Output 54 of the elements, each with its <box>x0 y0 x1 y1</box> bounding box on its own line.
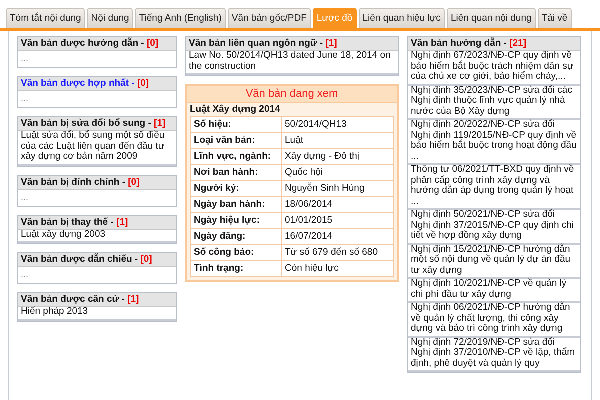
tab[interactable]: Nội dung <box>87 8 134 28</box>
document-link[interactable]: Thông tư 06/2021/TT-BXD quy định về phân cấp công trình xây dựng và hướng dẫn áp dụng trong quản lý hoạt ... <box>408 165 580 210</box>
box-title: Văn bản liên quan ngôn ngữ - [1] <box>189 38 338 49</box>
field-label: Ngày ban hành: <box>190 196 282 212</box>
field-value: Còn hiệu lực <box>282 260 394 276</box>
panel-heading: Văn bản đang xem <box>187 86 397 103</box>
tab[interactable]: Liên quan nội dung <box>446 8 536 28</box>
field-label: Tình trạng: <box>190 260 282 276</box>
tab[interactable]: Tiếng Anh (English) <box>135 8 226 28</box>
field-label: Người ký: <box>190 180 282 196</box>
document-link[interactable]: Nghị định 72/2019/NĐ-CP sửa đổi Nghị định 37/2010/NĐ-CP về lập, thẩm định, phê duyệt và quản lý quy <box>408 338 580 372</box>
field-label: Nơi ban hành: <box>190 164 282 180</box>
document-link[interactable]: Hiến pháp 2013 <box>18 307 176 320</box>
field-label: Loại văn bản: <box>190 132 282 148</box>
document-title: Luật Xây dựng 2014 <box>189 103 282 116</box>
field-value: Nguyễn Sinh Hùng <box>282 180 394 196</box>
field-label: Lĩnh vực, ngành: <box>190 148 282 164</box>
document-link[interactable]: Luật sửa đổi, bổ sung một số điều của các Luật liên quan đến đầu tư xây dựng cơ bản năm 2009 <box>18 131 176 166</box>
tab[interactable]: Liên quan hiệu lực <box>358 8 445 28</box>
tab[interactable]: Tóm tắt nội dung <box>6 8 86 28</box>
document-link[interactable]: Nghị định 35/2023/NĐ-CP sửa đổi các Nghị định thuộc lĩnh vực quản lý nhà nước của Bộ Xây dựng <box>408 86 580 120</box>
field-value: 16/07/2014 <box>282 228 394 244</box>
field-value: 50/2014/QH13 <box>282 116 394 132</box>
document-link[interactable]: Nghị định 10/2021/NĐ-CP về quản lý chi phí đầu tư xây dựng <box>408 279 580 303</box>
document-link[interactable]: Nghị định 20/2022/NĐ-CP sửa đổi Nghị định 119/2015/NĐ-CP quy định về bảo hiểm bắt buộc trong hoạt động đầu ... <box>408 120 580 165</box>
box-title: Văn bản hướng dẫn - [21] <box>411 38 527 49</box>
field-value: Xây dựng - Đô thị <box>282 148 394 164</box>
field-value: Quốc hội <box>282 164 394 180</box>
field-label: Số hiệu: <box>190 116 282 132</box>
empty-text: ... <box>20 92 30 105</box>
tab[interactable]: Tải về <box>538 8 572 28</box>
tab[interactable]: Văn bản gốc/PDF <box>228 8 311 28</box>
field-label: Ngày hiệu lực: <box>190 212 282 228</box>
empty-text: ... <box>20 268 30 281</box>
field-value: Từ số 679 đến số 680 <box>282 244 394 260</box>
box-title: Văn bản bị đính chính - [0] <box>21 176 140 188</box>
document-link[interactable]: Law No. 50/2014/QH13 dated June 18, 2014 on the construction <box>186 51 398 75</box>
box-title: Văn bản được căn cứ - [1] <box>21 294 140 305</box>
field-value: 18/06/2014 <box>282 196 394 212</box>
box-title: Văn bản được dẫn chiếu - [0] <box>21 254 152 265</box>
document-link[interactable]: Nghị định 50/2021/NĐ-CP sửa đổi Nghị định 37/2015/NĐ-CP quy định chi tiết về hợp đồng xây dựng <box>408 210 580 244</box>
document-link[interactable]: Nghị định 67/2023/NĐ-CP quy định về bảo hiểm bắt buộc trách nhiệm dân sự của chủ xe cơ giới, bảo hiểm cháy,... <box>408 51 580 86</box>
box-title: Văn bản bị thay thế - [1] <box>21 216 128 228</box>
empty-text: ... <box>20 190 30 204</box>
empty-text: ... <box>20 52 30 65</box>
field-value: Luật <box>282 132 394 148</box>
field-value: 01/01/2015 <box>282 212 394 228</box>
field-label: Số công báo: <box>190 244 282 260</box>
document-link[interactable]: Nghị định 15/2021/NĐ-CP hướng dẫn một số nội dung về quản lý dự án đầu tư xây dựng <box>408 244 580 279</box>
document-link[interactable]: Nghị định 06/2021/NĐ-CP hướng dẫn về quản lý chất lượng, thi công xây dựng và bảo trì công trình xây dựng <box>408 303 580 338</box>
box-title: Văn bản bị sửa đổi bổ sung - [1] <box>21 118 166 129</box>
field-label: Ngày đăng: <box>190 228 282 244</box>
box-title: Văn bản được hướng dẫn - [0] <box>21 38 159 49</box>
document-link[interactable]: Luật xây dựng 2003 <box>18 230 176 243</box>
